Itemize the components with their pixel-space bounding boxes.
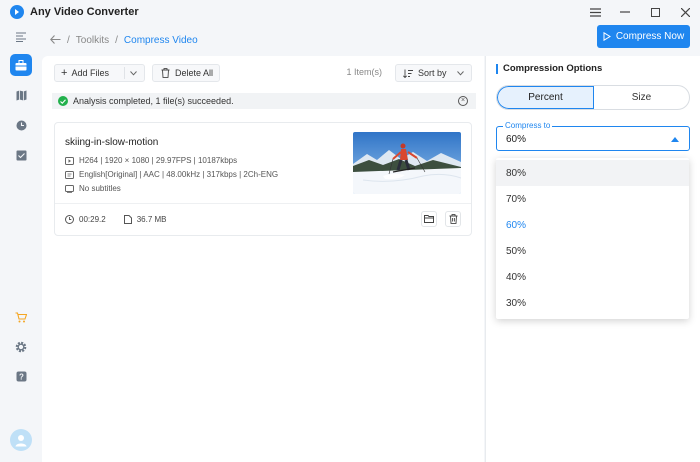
play-icon xyxy=(603,32,611,41)
trash-icon xyxy=(449,214,457,224)
maximize-button[interactable] xyxy=(640,0,670,24)
tab-percent[interactable]: Percent xyxy=(497,86,594,109)
file-name: skiing-in-slow-motion xyxy=(65,137,159,148)
file-list-panel: + Add Files Delete All 1 Item(s) Sort by… xyxy=(42,56,484,462)
compress-now-button[interactable]: Compress Now xyxy=(597,25,690,48)
audio-track-icon xyxy=(65,170,74,179)
history-icon[interactable] xyxy=(10,114,32,136)
breadcrumb-separator: / xyxy=(67,34,70,46)
audio-info: English[Original] | AAC | 48.00kHz | 317… xyxy=(65,170,278,179)
clock-icon xyxy=(65,215,74,224)
sidebar: ? xyxy=(0,24,42,462)
tab-size[interactable]: Size xyxy=(594,86,689,109)
compress-mode-toggle: Percent Size xyxy=(496,85,690,110)
card-divider xyxy=(55,203,471,204)
option-40[interactable]: 40% xyxy=(496,264,689,290)
subtitle-info: No subtitles xyxy=(65,184,121,193)
delete-all-label: Delete All xyxy=(175,68,214,78)
video-icon xyxy=(65,156,74,165)
sort-icon xyxy=(403,69,413,78)
file-duration: 00:29.2 36.7 MB xyxy=(65,215,167,224)
svg-text:?: ? xyxy=(19,372,24,381)
analysis-status-bar: Analysis completed, 1 file(s) succeeded.… xyxy=(52,93,476,109)
chevron-down-icon[interactable] xyxy=(130,71,137,76)
trash-icon xyxy=(161,68,170,78)
file-toolbar: + Add Files Delete All 1 Item(s) Sort by xyxy=(54,64,474,82)
breadcrumb-toolkits[interactable]: Toolkits xyxy=(76,35,109,46)
app-title: Any Video Converter xyxy=(30,6,139,18)
option-70[interactable]: 70% xyxy=(496,186,689,212)
settings-icon[interactable] xyxy=(10,336,32,358)
compress-now-label: Compress Now xyxy=(615,31,685,42)
open-folder-button[interactable] xyxy=(421,211,437,227)
plus-icon: + xyxy=(61,67,68,79)
collapse-menu-icon[interactable] xyxy=(10,26,32,48)
back-arrow-icon[interactable] xyxy=(50,33,61,47)
status-message: Analysis completed, 1 file(s) succeeded. xyxy=(73,96,234,106)
add-files-label: Add Files xyxy=(71,68,109,78)
compression-options-title: Compression Options xyxy=(496,64,602,74)
breadcrumb-separator: / xyxy=(115,34,118,46)
compress-to-label: Compress to xyxy=(503,121,553,130)
close-window-button[interactable] xyxy=(670,0,700,24)
compress-to-select[interactable]: Compress to 60% xyxy=(496,121,690,151)
option-80[interactable]: 80% xyxy=(496,160,689,186)
menu-icon[interactable] xyxy=(580,0,610,24)
help-icon[interactable]: ? xyxy=(10,365,32,387)
video-info: H264 | 1920 × 1080 | 29.97FPS | 10187kbp… xyxy=(65,156,237,165)
option-30[interactable]: 30% xyxy=(496,290,689,316)
video-thumbnail[interactable] xyxy=(353,132,461,194)
subtitle-icon xyxy=(65,184,74,193)
app-logo-icon xyxy=(10,5,24,19)
close-status-icon[interactable]: × xyxy=(458,96,468,106)
folder-icon xyxy=(424,215,434,223)
option-60[interactable]: 60% xyxy=(496,212,689,238)
title-bar: Any Video Converter xyxy=(0,0,700,24)
chevron-down-icon xyxy=(457,71,464,76)
delete-file-button[interactable] xyxy=(445,211,461,227)
file-card[interactable]: skiing-in-slow-motion H264 | 1920 × 1080… xyxy=(54,122,472,236)
check-circle-icon xyxy=(58,96,68,106)
sort-by-label: Sort by xyxy=(418,68,447,78)
file-icon xyxy=(123,215,132,224)
caret-up-icon xyxy=(671,137,679,142)
breadcrumb-current: Compress Video xyxy=(123,34,198,46)
map-icon[interactable] xyxy=(10,84,32,106)
archive-icon[interactable] xyxy=(10,144,32,166)
minimize-button[interactable] xyxy=(610,0,640,24)
file-size: 36.7 MB xyxy=(136,215,167,224)
header: / Toolkits / Compress Video Compress Now xyxy=(42,24,700,56)
delete-all-button[interactable]: Delete All xyxy=(152,64,220,82)
add-files-button[interactable]: + Add Files xyxy=(54,64,145,82)
item-count: 1 Item(s) xyxy=(346,67,382,77)
compress-to-value: 60% xyxy=(506,134,527,145)
cart-icon[interactable] xyxy=(10,306,32,328)
user-avatar-icon[interactable] xyxy=(10,429,32,451)
sort-by-button[interactable]: Sort by xyxy=(395,64,472,82)
toolbox-icon[interactable] xyxy=(10,54,32,76)
compress-to-dropdown: 80% 70% 60% 50% 40% 30% xyxy=(496,158,689,319)
option-50[interactable]: 50% xyxy=(496,238,689,264)
